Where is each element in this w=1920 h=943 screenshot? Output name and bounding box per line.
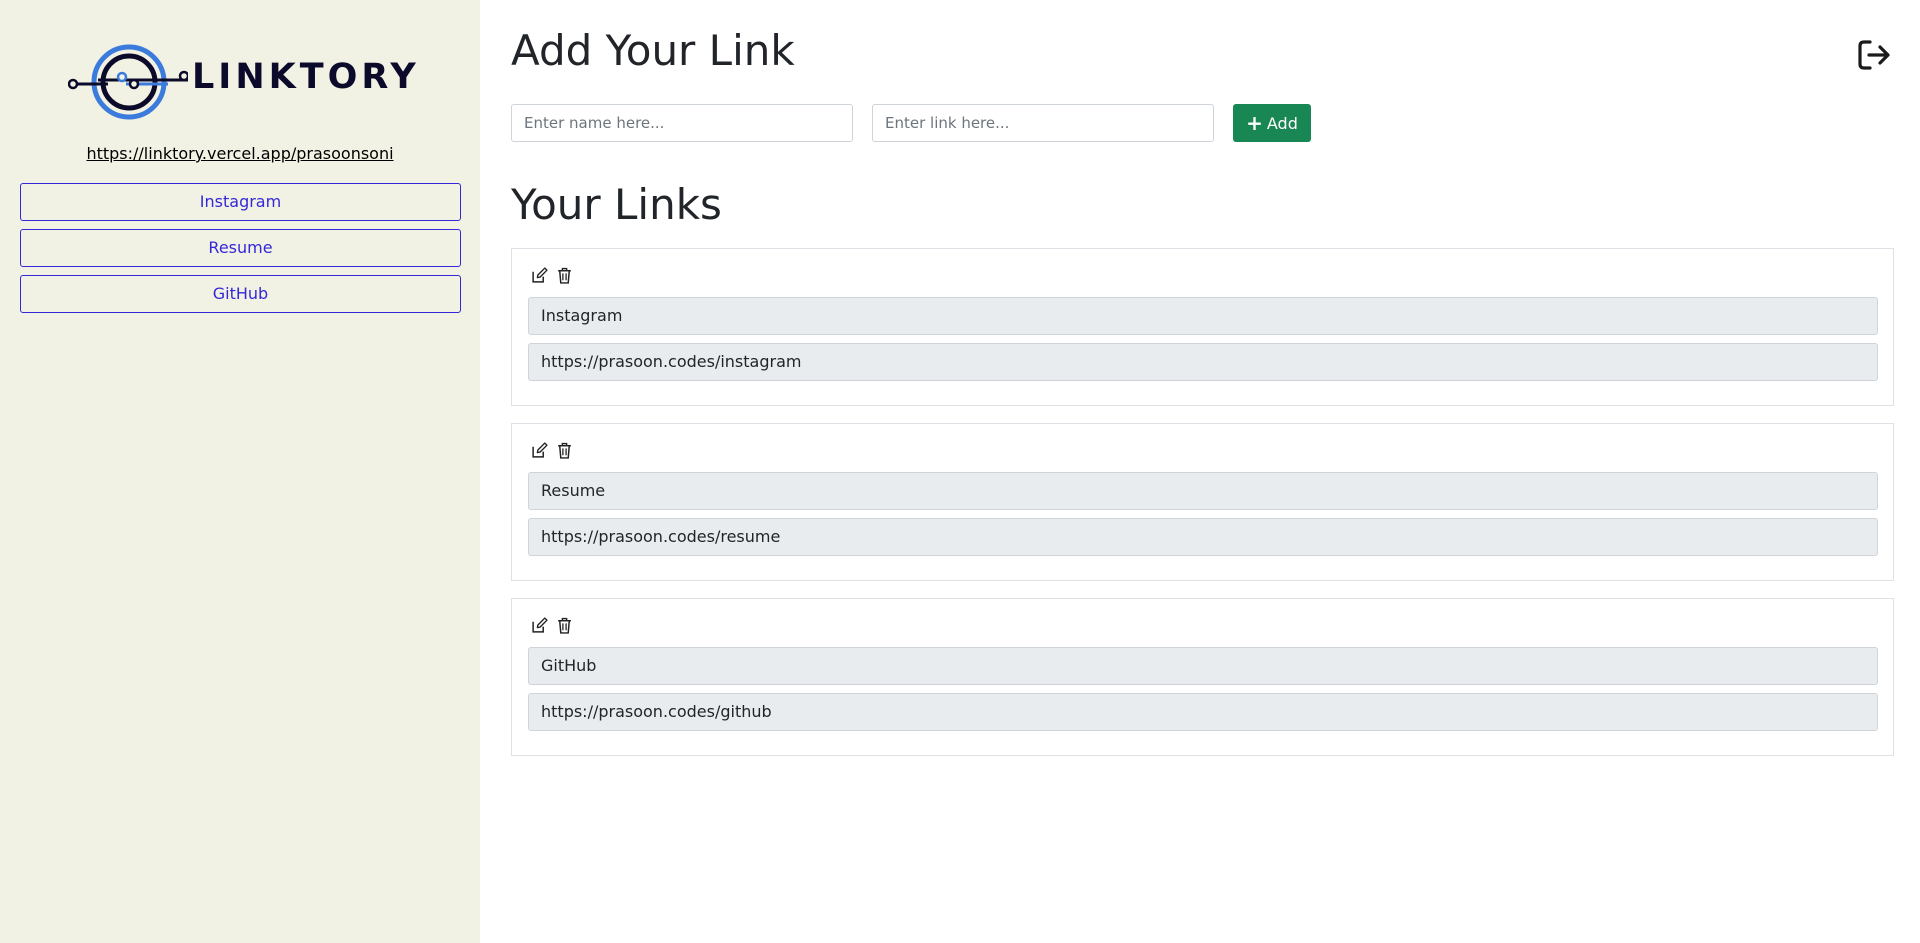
edit-icon[interactable] (531, 617, 548, 634)
link-card: Instagram https://prasoon.codes/instagra… (511, 248, 1894, 406)
link-url-field[interactable]: https://prasoon.codes/resume (528, 518, 1878, 556)
linktory-logo[interactable]: LINKTORY (68, 42, 416, 122)
add-link-button[interactable]: + Add (1233, 104, 1311, 142)
sidebar: LINKTORY https://linktory.vercel.app/pra… (0, 0, 480, 943)
profile-url-link[interactable]: https://linktory.vercel.app/prasoonsoni (0, 144, 480, 163)
link-card: GitHub https://prasoon.codes/github (511, 598, 1894, 756)
link-url-field[interactable]: https://prasoon.codes/github (528, 693, 1878, 731)
add-link-title: Add Your Link (511, 26, 795, 75)
trash-icon[interactable] (556, 442, 573, 459)
logo-text: LINKTORY (192, 57, 420, 97)
main-content: Add Your Link + Add Your Links Instagram… (511, 0, 1894, 943)
sidebar-links: Instagram Resume GitHub (20, 183, 461, 321)
link-name-field[interactable]: Instagram (528, 297, 1878, 335)
sidebar-link-github[interactable]: GitHub (20, 275, 461, 313)
add-button-label: Add (1266, 113, 1298, 133)
logo-mark-icon (68, 44, 188, 120)
edit-icon[interactable] (531, 442, 548, 459)
link-name-field[interactable]: GitHub (528, 647, 1878, 685)
trash-icon[interactable] (556, 267, 573, 284)
sidebar-link-instagram[interactable]: Instagram (20, 183, 461, 221)
sidebar-link-resume[interactable]: Resume (20, 229, 461, 267)
sign-out-icon[interactable] (1857, 38, 1891, 72)
link-name-field[interactable]: Resume (528, 472, 1878, 510)
your-links-title: Your Links (511, 180, 722, 229)
trash-icon[interactable] (556, 617, 573, 634)
plus-icon: + (1246, 111, 1263, 135)
link-url-field[interactable]: https://prasoon.codes/instagram (528, 343, 1878, 381)
edit-icon[interactable] (531, 267, 548, 284)
link-url-input[interactable] (872, 104, 1214, 142)
link-card: Resume https://prasoon.codes/resume (511, 423, 1894, 581)
link-name-input[interactable] (511, 104, 853, 142)
